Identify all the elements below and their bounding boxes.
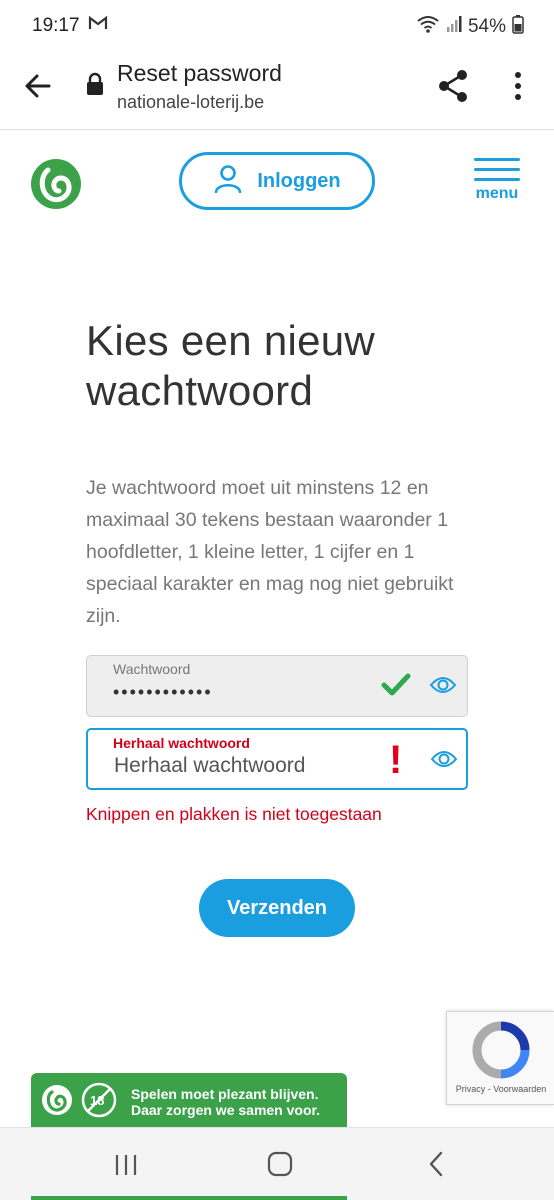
more-options-icon[interactable] [508,70,528,102]
login-button[interactable]: Inloggen [179,152,375,210]
repeat-password-field[interactable]: Herhaal wachtwoord ! [86,728,468,790]
lock-icon[interactable] [86,72,104,101]
login-label: Inloggen [257,169,341,192]
user-icon [213,163,243,199]
banner-line-2: Daar zorgen we samen voor. [131,1102,321,1118]
age-18-label: 18 [90,1093,105,1108]
browser-page-title[interactable]: Reset password [117,60,282,87]
status-time: 19:17 [32,15,80,36]
browser-url[interactable]: nationale-loterij.be [117,92,264,113]
browser-toolbar: Reset password nationale-loterij.be [0,52,554,130]
checkmark-icon [381,672,411,703]
responsible-gaming-text: Spelen moet plezant blijven. Daar zorgen… [131,1086,320,1118]
banner-bottom-strip [31,1196,347,1200]
password-label: Wachtwoord [113,661,191,677]
menu-button[interactable]: menu [472,158,522,206]
password-requirements: Je wachtwoord moet uit minstens 12 en ma… [86,477,454,627]
repeat-password-input[interactable] [114,754,374,778]
nationale-loterij-logo-small [41,1084,73,1121]
recaptcha-links[interactable]: Privacy - Voorwaarden [447,1084,554,1094]
error-exclamation-icon: ! [389,738,403,782]
home-icon[interactable] [266,1150,294,1183]
battery-percent: 54% [467,16,506,37]
nationale-loterij-logo[interactable] [30,158,82,210]
repeat-password-label: Herhaal wachtwoord [113,735,250,751]
page-title: Kies een nieuw wachtwoord [86,317,376,414]
back-arrow-icon[interactable] [22,70,54,102]
status-indicators: 54% [416,14,524,40]
submit-button[interactable]: Verzenden [199,879,355,937]
nav-back-icon[interactable] [426,1150,446,1183]
recaptcha-icon [471,1020,531,1085]
wifi-icon [416,14,440,40]
password-value[interactable]: •••••••••••• [113,682,373,703]
share-icon[interactable] [436,68,470,104]
password-field[interactable]: Wachtwoord •••••••••••• [86,655,468,717]
paste-error-message: Knippen en plakken is niet toegestaan [86,804,382,824]
system-navigation-bar [0,1127,554,1200]
recent-apps-icon[interactable] [113,1152,139,1183]
show-password-eye-icon[interactable] [429,674,457,701]
responsible-gaming-banner[interactable]: 18 Spelen moet plezant blijven. Daar zor… [31,1073,347,1127]
show-repeat-password-eye-icon[interactable] [430,748,458,775]
gmail-icon [88,15,108,37]
banner-line-1: Spelen moet plezant blijven. [131,1086,319,1102]
hamburger-icon [474,158,520,161]
signal-icon [446,15,462,39]
menu-label: menu [475,185,519,202]
recaptcha-badge[interactable]: Privacy - Voorwaarden [446,1011,554,1105]
battery-icon [512,14,524,40]
